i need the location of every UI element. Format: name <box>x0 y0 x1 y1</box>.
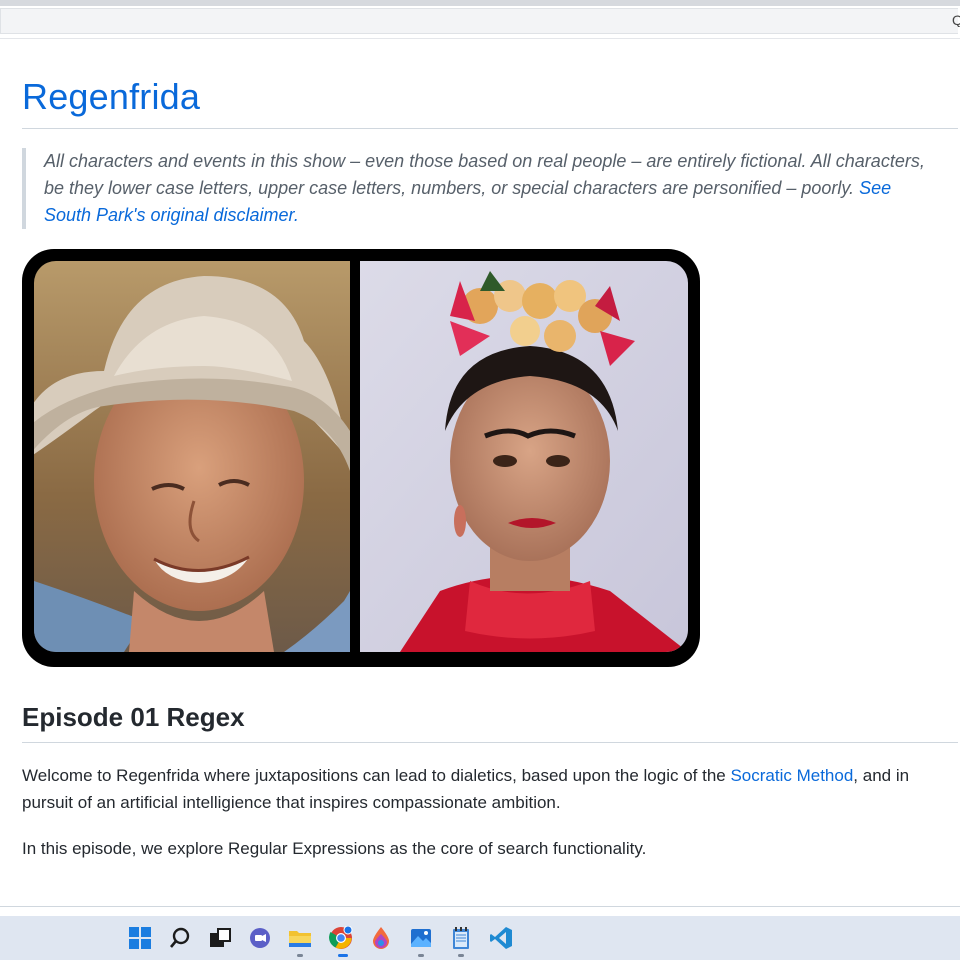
file-explorer-open-indicator <box>297 954 303 957</box>
chrome-icon[interactable] <box>329 925 353 950</box>
address-search-hint: Q <box>952 13 960 27</box>
vscode-icon[interactable] <box>489 926 513 950</box>
photos-open-indicator <box>418 954 424 957</box>
portrait-image <box>22 249 700 667</box>
file-explorer-icon[interactable] <box>288 926 312 950</box>
episode-summary: In this episode, we explore Regular Expr… <box>22 839 647 858</box>
windows-start-icon[interactable] <box>128 926 152 950</box>
intro-paragraph: Welcome to Regenfrida where juxtapositio… <box>22 762 958 816</box>
windows-taskbar <box>0 916 960 960</box>
content-bottom-divider <box>0 906 960 907</box>
notepad-icon[interactable] <box>449 926 473 950</box>
paint-icon[interactable] <box>369 926 393 950</box>
disclaimer-text: All characters and events in this show –… <box>44 151 925 198</box>
search-icon[interactable] <box>168 926 192 950</box>
chrome-active-indicator <box>338 954 348 957</box>
disclaimer-quote: All characters and events in this show –… <box>22 148 942 229</box>
chat-icon[interactable] <box>248 926 272 950</box>
socratic-method-link[interactable]: Socratic Method <box>730 766 853 785</box>
portrait-cowboy-panel <box>34 261 350 652</box>
toolbar-divider <box>0 38 960 39</box>
intro-text-before: Welcome to Regenfrida where juxtapositio… <box>22 766 731 785</box>
browser-top-strip <box>0 0 960 6</box>
episode-heading: Episode 01 Regex <box>22 702 245 732</box>
portrait-frida-panel <box>360 261 688 652</box>
photos-icon[interactable] <box>409 926 433 950</box>
notepad-open-indicator <box>458 954 464 957</box>
title-divider <box>22 128 958 129</box>
episode-divider <box>22 742 958 743</box>
page-title: Regenfrida <box>22 76 201 117</box>
task-view-icon[interactable] <box>208 926 232 950</box>
address-bar[interactable]: Q <box>0 8 960 34</box>
